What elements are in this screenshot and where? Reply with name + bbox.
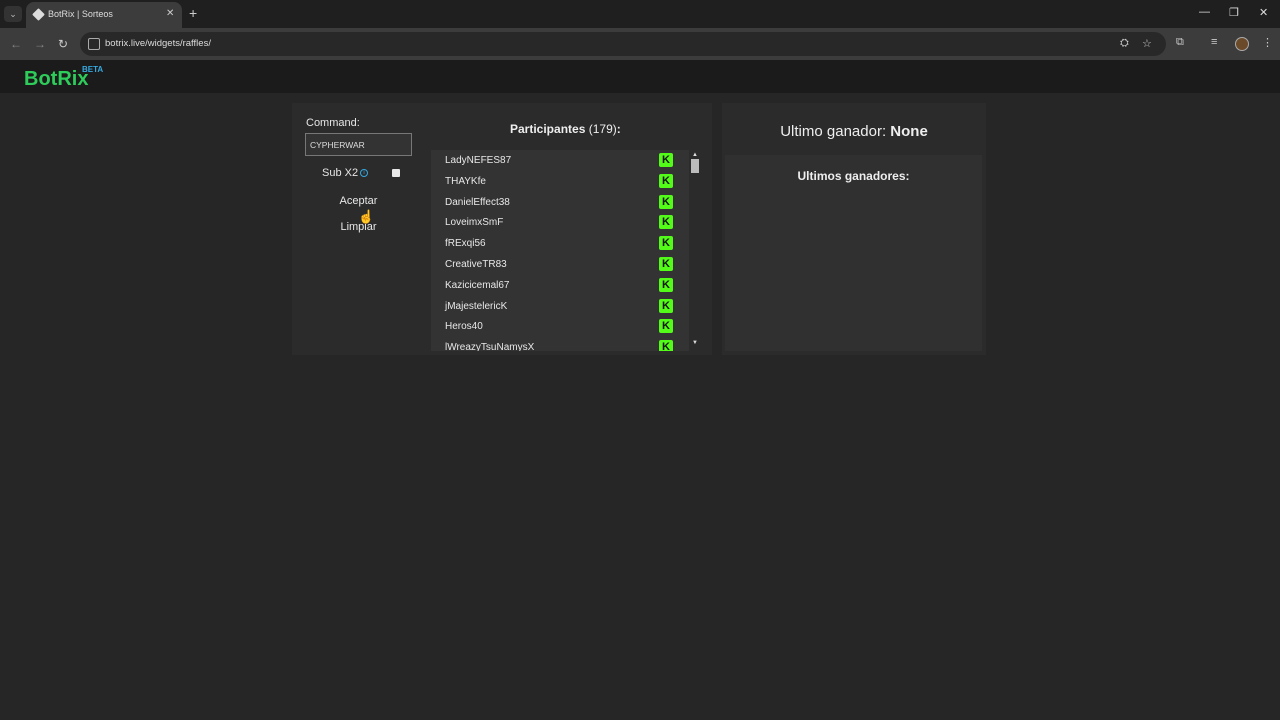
participant-name: LoveimxSmF — [445, 217, 504, 229]
kick-icon: K — [659, 277, 673, 292]
winners-list: Ultimos ganadores: — [725, 155, 982, 351]
back-icon[interactable]: ← — [10, 37, 22, 51]
kick-icon: K — [659, 153, 673, 167]
kick-icon: K — [659, 298, 673, 313]
winners-list-title: Ultimos ganadores: — [797, 169, 910, 183]
kick-icon: K — [659, 236, 673, 251]
kick-icon: K — [659, 340, 673, 351]
participant-row[interactable]: Heros40 K — [431, 316, 689, 337]
tab-title: BotRix | Sorteos — [48, 9, 113, 19]
last-winner-label: Ultimo ganador: — [780, 123, 887, 140]
participant-row[interactable]: DanielEffect38 K — [431, 192, 689, 213]
participant-row[interactable]: LadyNEFES87 K — [431, 150, 689, 171]
participants-colon: : — [616, 122, 621, 136]
participants-count: (179) — [588, 122, 617, 136]
kick-icon: K — [659, 257, 673, 271]
kick-icon: K — [659, 215, 673, 230]
last-winner: Ultimo ganador: None — [722, 123, 986, 140]
browser-tab-bar: ⌄ BotRix | Sorteos ✕ + — ❐ ✕ — [0, 0, 1280, 28]
translate-icon[interactable]: ⛭ — [1120, 37, 1129, 50]
forward-icon[interactable]: → — [34, 37, 46, 51]
info-icon[interactable]: i — [360, 169, 368, 177]
favicon-icon — [32, 8, 45, 21]
participant-row[interactable]: Kazicicemal67 K — [431, 275, 689, 296]
scroll-up-icon[interactable]: ▲ — [692, 152, 698, 158]
sub-x2-checkbox[interactable] — [392, 169, 400, 177]
participant-name: Heros40 — [445, 321, 483, 333]
command-input[interactable] — [305, 133, 412, 156]
kick-icon: K — [659, 319, 673, 334]
sub-x2-label: Sub X2 — [322, 167, 359, 179]
site-header: BotRix BETA — [0, 60, 1280, 93]
participant-row[interactable]: fRExqi56 K — [431, 233, 689, 254]
command-label: Command: — [306, 117, 360, 129]
restore-icon[interactable]: ❐ — [1229, 6, 1239, 19]
scroll-down-icon[interactable]: ▼ — [692, 340, 698, 346]
profile-avatar[interactable] — [1235, 37, 1249, 51]
browser-tab[interactable]: BotRix | Sorteos ✕ — [26, 2, 182, 28]
minimize-icon[interactable]: — — [1199, 6, 1210, 18]
kick-icon: K — [659, 173, 673, 188]
participant-row[interactable]: lWreazyTsuNamysX K — [431, 337, 689, 351]
extensions-icon[interactable]: ⧉ — [1176, 36, 1184, 49]
participant-name: jMajestelericK — [445, 300, 508, 312]
kick-icon: K — [659, 194, 673, 209]
participant-row[interactable]: LoveimxSmF K — [431, 212, 689, 233]
bookmark-star-icon[interactable]: ☆ — [1142, 37, 1152, 50]
site-info-icon[interactable] — [88, 38, 100, 50]
tab-search-icon[interactable]: ⌄ — [4, 6, 22, 22]
participant-row[interactable]: jMajestelericK K — [431, 296, 689, 317]
scroll-thumb[interactable] — [691, 159, 699, 173]
botrix-logo[interactable]: BotRix — [24, 68, 88, 91]
beta-badge: BETA — [82, 65, 104, 74]
close-window-icon[interactable]: ✕ — [1259, 6, 1268, 19]
url-text[interactable]: botrix.live/widgets/raffles/ — [105, 38, 211, 49]
participant-name: THAYKfe — [445, 175, 486, 187]
new-tab-icon[interactable]: + — [189, 5, 197, 21]
participants-label: Participantes — [510, 122, 586, 136]
participant-name: Kazicicemal67 — [445, 279, 510, 291]
participant-row[interactable]: THAYKfe K — [431, 171, 689, 192]
participant-row[interactable]: CreativeTR83 K — [431, 254, 689, 275]
hand-cursor-icon: ☝ — [358, 209, 375, 224]
participant-name: DanielEffect38 — [445, 196, 510, 208]
participants-list[interactable]: LadyNEFES87 K THAYKfe K DanielEffect38 K Lovei… — [431, 150, 689, 351]
last-winner-value: None — [890, 123, 928, 140]
participant-name: CreativeTR83 — [445, 259, 507, 270]
participant-name: lWreazyTsuNamysX — [445, 342, 535, 351]
participants-title: Participantes (179): — [510, 122, 621, 136]
participant-name: LadyNEFES87 — [445, 155, 512, 166]
participant-name: fRExqi56 — [445, 238, 486, 250]
tab-close-icon[interactable]: ✕ — [166, 8, 174, 19]
browser-toolbar: ← → ↻ botrix.live/widgets/raffles/ ⛭ ☆ ⧉… — [0, 28, 1280, 60]
media-icon[interactable]: ≡ — [1211, 36, 1217, 48]
address-bar[interactable]: botrix.live/widgets/raffles/ ⛭ ☆ — [80, 32, 1166, 56]
reload-icon[interactable]: ↻ — [58, 37, 68, 51]
participants-scrollbar[interactable]: ▲ ▼ — [690, 150, 700, 351]
menu-icon[interactable]: ⋮ — [1262, 36, 1273, 49]
